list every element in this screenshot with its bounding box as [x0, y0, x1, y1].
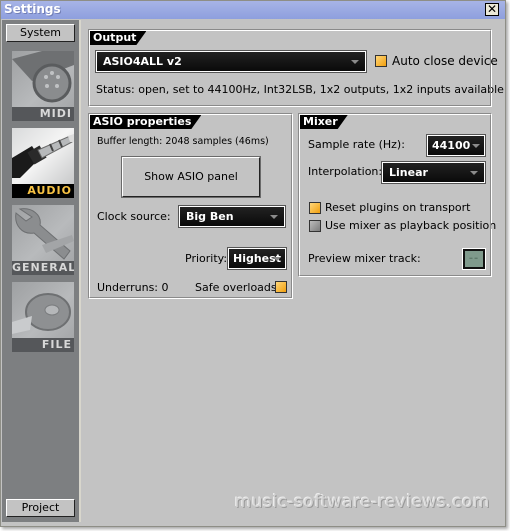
show-asio-panel-button[interactable]: Show ASIO panel — [121, 156, 261, 198]
sidebar-item-label: MIDI — [12, 107, 74, 121]
clock-source-dropdown[interactable]: Big Ben — [178, 205, 286, 228]
interpolation-dropdown[interactable]: Linear — [381, 161, 486, 184]
sidebar: System MIDI AUDIO GENERAL FILE Project — [2, 20, 81, 522]
asio-panel-title: ASIO properties — [90, 115, 201, 129]
output-device-value: ASIO4ALL v2 — [103, 55, 182, 68]
preview-mixer-track-selector[interactable]: -- — [462, 248, 486, 270]
sample-rate-dropdown[interactable]: 44100 — [426, 134, 486, 157]
sidebar-item-label: GENERAL — [12, 261, 74, 275]
chevron-down-icon — [470, 171, 478, 175]
window-title: Settings — [4, 2, 61, 16]
sidebar-item-general[interactable]: GENERAL — [12, 205, 74, 275]
output-panel: Output ASIO4ALL v2 Auto close device Sta… — [88, 29, 504, 107]
project-button[interactable]: Project — [6, 499, 75, 517]
sidebar-item-label: FILE — [12, 338, 74, 352]
use-mixer-label: Use mixer as playback position — [325, 219, 497, 232]
output-device-dropdown[interactable]: ASIO4ALL v2 — [95, 50, 367, 73]
sample-rate-value: 44100 — [432, 139, 471, 152]
close-button[interactable]: ✕ — [485, 3, 499, 16]
watermark: music-software-reviews.com — [234, 492, 490, 512]
underruns-count: Underruns: 0 — [97, 281, 169, 294]
interpolation-label: Interpolation: — [308, 165, 383, 178]
auto-close-checkbox[interactable] — [375, 55, 387, 67]
reset-plugins-checkbox[interactable] — [309, 202, 321, 214]
wrench-icon — [12, 205, 74, 261]
output-panel-title: Output — [90, 31, 146, 45]
buffer-length: Buffer length: 2048 samples (46ms) — [97, 136, 269, 147]
title-bar[interactable]: Settings ✕ — [1, 1, 505, 19]
clock-source-label: Clock source: — [97, 210, 171, 223]
preview-track-label: Preview mixer track: — [308, 252, 421, 265]
use-mixer-checkbox[interactable] — [309, 220, 321, 232]
close-icon: ✕ — [486, 2, 498, 16]
chevron-down-icon — [351, 60, 359, 64]
sidebar-item-audio[interactable]: AUDIO — [12, 128, 74, 198]
output-status: Status: open, set to 44100Hz, Int32LSB, … — [96, 83, 504, 96]
mixer-panel: Mixer Sample rate (Hz): 44100 Interpolat… — [298, 113, 496, 277]
auto-close-label: Auto close device — [392, 54, 498, 68]
safe-overloads-checkbox[interactable] — [275, 281, 287, 293]
priority-label: Priority: — [185, 252, 228, 265]
sidebar-item-midi[interactable]: MIDI — [12, 51, 74, 121]
reset-plugins-label: Reset plugins on transport — [325, 201, 471, 214]
sidebar-item-label: AUDIO — [12, 184, 74, 198]
safe-overloads-label: Safe overloads — [195, 281, 277, 294]
disc-icon — [12, 282, 74, 338]
asio-properties-panel: ASIO properties Buffer length: 2048 samp… — [88, 113, 293, 299]
chevron-down-icon — [472, 144, 480, 148]
mixer-panel-title: Mixer — [300, 115, 348, 129]
settings-window: Settings ✕ System MIDI AUDIO GENERAL FIL… — [0, 0, 506, 527]
audio-jack-icon — [12, 128, 74, 184]
sample-rate-label: Sample rate (Hz): — [308, 138, 405, 151]
sidebar-item-file[interactable]: FILE — [12, 282, 74, 352]
priority-dropdown[interactable]: Highest — [227, 247, 287, 270]
system-button[interactable]: System — [6, 24, 75, 42]
chevron-down-icon — [273, 257, 281, 261]
interpolation-value: Linear — [389, 166, 428, 179]
chevron-down-icon — [270, 215, 278, 219]
clock-source-value: Big Ben — [186, 210, 234, 223]
midi-connector-icon — [12, 51, 74, 107]
